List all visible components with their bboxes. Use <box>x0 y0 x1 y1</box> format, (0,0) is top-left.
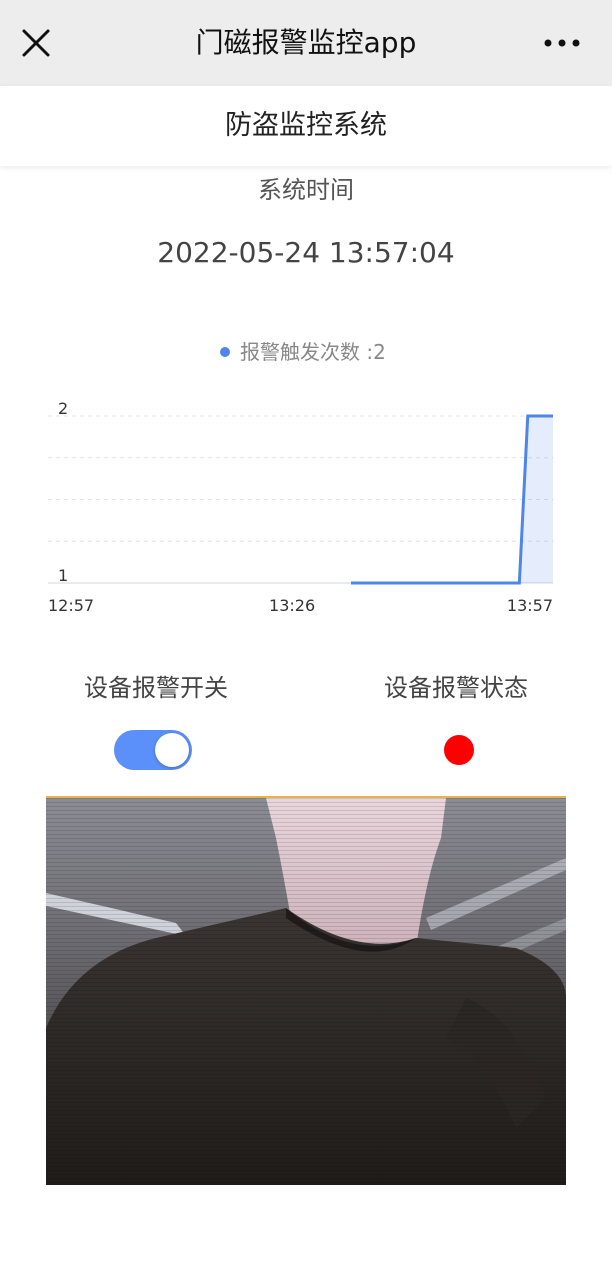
camera-frame-image <box>46 798 566 1185</box>
system-time-label: 系统时间 <box>258 176 354 204</box>
y-tick-label: 1 <box>58 566 68 585</box>
close-icon <box>22 29 50 57</box>
legend-marker <box>220 347 230 357</box>
alarm-count-chart: 报警触发次数 :2 12 12:57 13:26 13:57 <box>0 330 612 630</box>
system-time-value: 2022-05-24 13:57:04 <box>157 236 455 269</box>
alarm-switch-label: 设备报警开关 <box>84 674 228 702</box>
toggle-knob <box>155 733 189 767</box>
more-icon <box>544 39 580 47</box>
x-tick-label: 13:26 <box>269 596 315 615</box>
chart-x-ticks: 12:57 13:26 13:57 <box>48 596 553 615</box>
alarm-switch-toggle[interactable] <box>114 730 192 770</box>
chart-legend: 报警触发次数 :2 <box>220 340 386 364</box>
close-button[interactable] <box>20 27 52 59</box>
x-tick-label: 12:57 <box>48 596 94 615</box>
window-title: 门磁报警监控app <box>195 26 417 59</box>
legend-label: 报警触发次数 :2 <box>240 340 386 364</box>
title-bar: 门磁报警监控app <box>0 0 612 86</box>
chart-grid <box>48 415 553 584</box>
x-tick-label: 13:57 <box>507 596 553 615</box>
chart-svg: 报警触发次数 :2 12 12:57 13:26 13:57 <box>48 340 553 615</box>
page-title: 防盗监控系统 <box>0 86 612 166</box>
chart-y-ticks: 12 <box>58 399 68 585</box>
alarm-status-label: 设备报警状态 <box>384 674 528 702</box>
y-tick-label: 2 <box>58 399 68 418</box>
alarm-status-indicator <box>444 735 474 765</box>
camera-feed <box>46 796 566 1185</box>
more-button[interactable] <box>540 31 584 55</box>
